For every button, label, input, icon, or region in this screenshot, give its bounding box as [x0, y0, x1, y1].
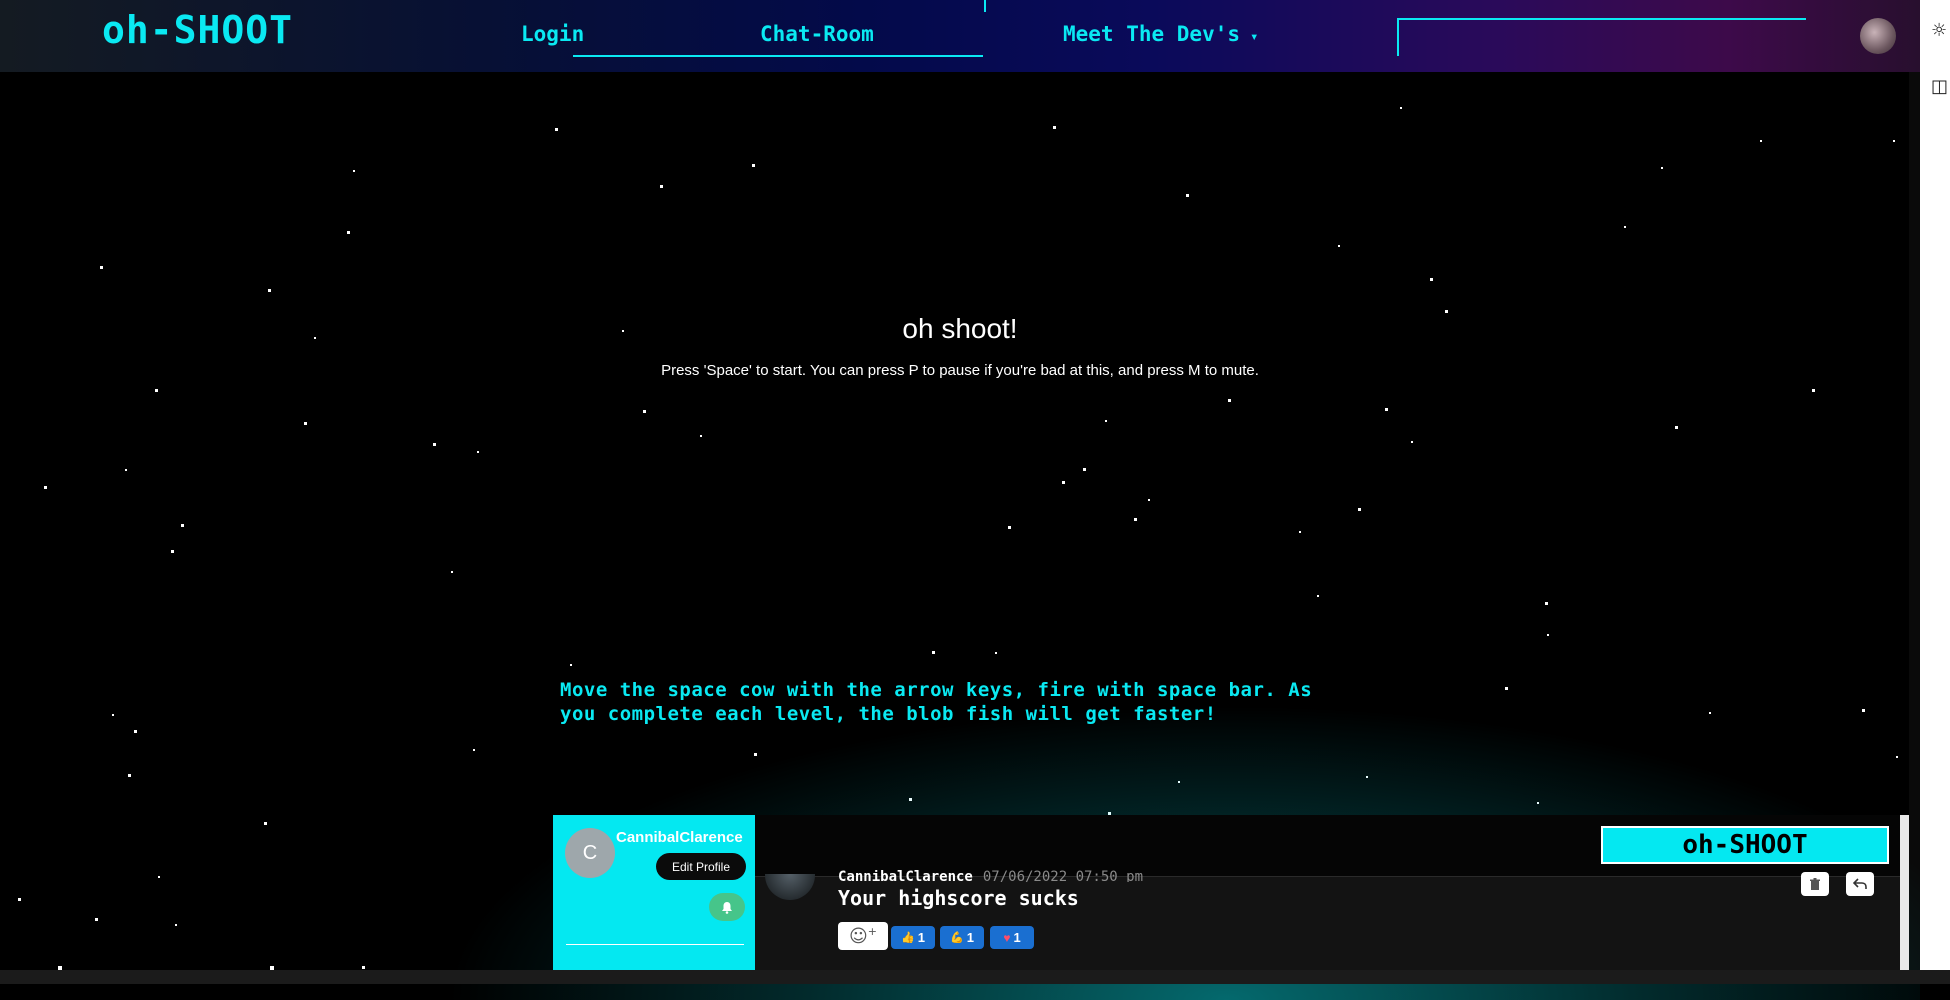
reaction-count: 1	[917, 930, 925, 945]
star	[1134, 518, 1137, 521]
reaction-count: 1	[966, 930, 974, 945]
message-date: 07/06/2022 07:50 pm	[982, 870, 1144, 882]
star	[1411, 441, 1413, 443]
star	[1148, 499, 1150, 501]
star	[433, 443, 436, 446]
nav-decor-line	[1398, 18, 1806, 20]
star	[451, 571, 453, 573]
flexed-arm-icon: 💪	[950, 932, 964, 944]
message-author: CannibalClarence	[838, 870, 973, 882]
star	[1008, 526, 1011, 529]
star	[1053, 126, 1056, 129]
star	[1675, 426, 1678, 429]
star	[125, 469, 127, 471]
star	[1083, 468, 1086, 471]
star	[1062, 481, 1065, 484]
delete-icon[interactable]	[1801, 872, 1829, 896]
star	[1624, 226, 1626, 228]
profile-username: CannibalClarence	[616, 829, 743, 846]
nav-decor-line	[573, 55, 983, 57]
star	[1547, 634, 1549, 636]
star	[1358, 508, 1361, 511]
profile-divider	[566, 944, 744, 945]
brand-logo[interactable]: oh-SHOOT	[102, 8, 293, 52]
chevron-down-icon: ▾	[1250, 29, 1259, 45]
thumbs-up-icon: 👍	[901, 932, 915, 944]
star	[268, 289, 271, 292]
star	[1430, 278, 1433, 281]
star	[1812, 389, 1815, 392]
bug-icon[interactable]: ☼	[1931, 20, 1947, 41]
star	[477, 451, 479, 453]
star	[362, 966, 365, 969]
message-meta: CannibalClarence 07/06/2022 07:50 pm	[838, 870, 1143, 882]
star	[1545, 602, 1548, 605]
reaction-count: 1	[1013, 930, 1021, 945]
nav-decor-line	[984, 0, 986, 12]
add-reaction-icon[interactable]: ☺ +	[838, 922, 888, 950]
panel-icon[interactable]: ◫	[1931, 76, 1948, 97]
nav-chat-room-link[interactable]: Chat-Room	[760, 22, 874, 46]
chat-scrollbar[interactable]	[1900, 815, 1909, 970]
star	[1400, 107, 1402, 109]
nav-decor-line	[1397, 18, 1399, 56]
reaction-flex[interactable]: 💪 1	[940, 926, 984, 949]
star	[304, 422, 307, 425]
star	[158, 876, 160, 878]
star	[932, 651, 935, 654]
star	[112, 714, 114, 716]
reply-icon[interactable]	[1846, 872, 1874, 896]
game-instructions: Move the space cow with the arrow keys, …	[560, 679, 1313, 725]
star	[570, 664, 572, 666]
star	[44, 486, 47, 489]
star	[700, 435, 702, 437]
game-subtitle: Press 'Space' to start. You can press P …	[661, 362, 1259, 379]
star	[643, 410, 646, 413]
star	[264, 822, 267, 825]
star	[155, 389, 158, 392]
star	[171, 550, 174, 553]
star	[134, 730, 137, 733]
star	[752, 164, 755, 167]
nav-meet-devs-dropdown[interactable]: Meet The Dev's ▾	[1063, 22, 1258, 46]
star	[181, 524, 184, 527]
top-navbar: oh-SHOOT Login Chat-Room Meet The Dev's ▾	[0, 0, 1920, 72]
star	[1105, 420, 1107, 422]
reaction-heart[interactable]: ♥ 1	[990, 926, 1034, 949]
star	[1186, 194, 1189, 197]
star	[555, 128, 558, 131]
star	[100, 266, 103, 269]
bottom-bar	[0, 970, 1950, 984]
star	[95, 918, 98, 921]
game-title: oh shoot!	[902, 313, 1018, 344]
star	[660, 185, 663, 188]
star	[1228, 399, 1231, 402]
profile-avatar[interactable]: C	[565, 828, 615, 878]
message-text: Your highscore sucks	[838, 886, 1079, 910]
star	[1317, 595, 1319, 597]
star	[1385, 408, 1388, 411]
star	[128, 774, 131, 777]
user-avatar[interactable]	[1860, 18, 1896, 54]
star	[175, 924, 177, 926]
browser-side-panel	[1920, 0, 1950, 984]
bell-icon[interactable]	[709, 893, 745, 921]
star	[1893, 140, 1895, 142]
star	[1760, 140, 1762, 142]
heart-icon: ♥	[1003, 930, 1011, 945]
nav-meet-devs-label: Meet The Dev's	[1063, 22, 1241, 46]
star	[1299, 531, 1301, 533]
chat-brand-logo: oh-SHOOT	[1601, 826, 1889, 864]
nav-login-link[interactable]: Login	[521, 22, 584, 46]
star	[1661, 167, 1663, 169]
star	[353, 170, 355, 172]
edit-profile-button[interactable]: Edit Profile	[656, 853, 746, 880]
star	[18, 898, 21, 901]
star	[1338, 245, 1340, 247]
star	[347, 231, 350, 234]
reaction-thumbs-up[interactable]: 👍 1	[891, 926, 935, 949]
star	[995, 652, 997, 654]
